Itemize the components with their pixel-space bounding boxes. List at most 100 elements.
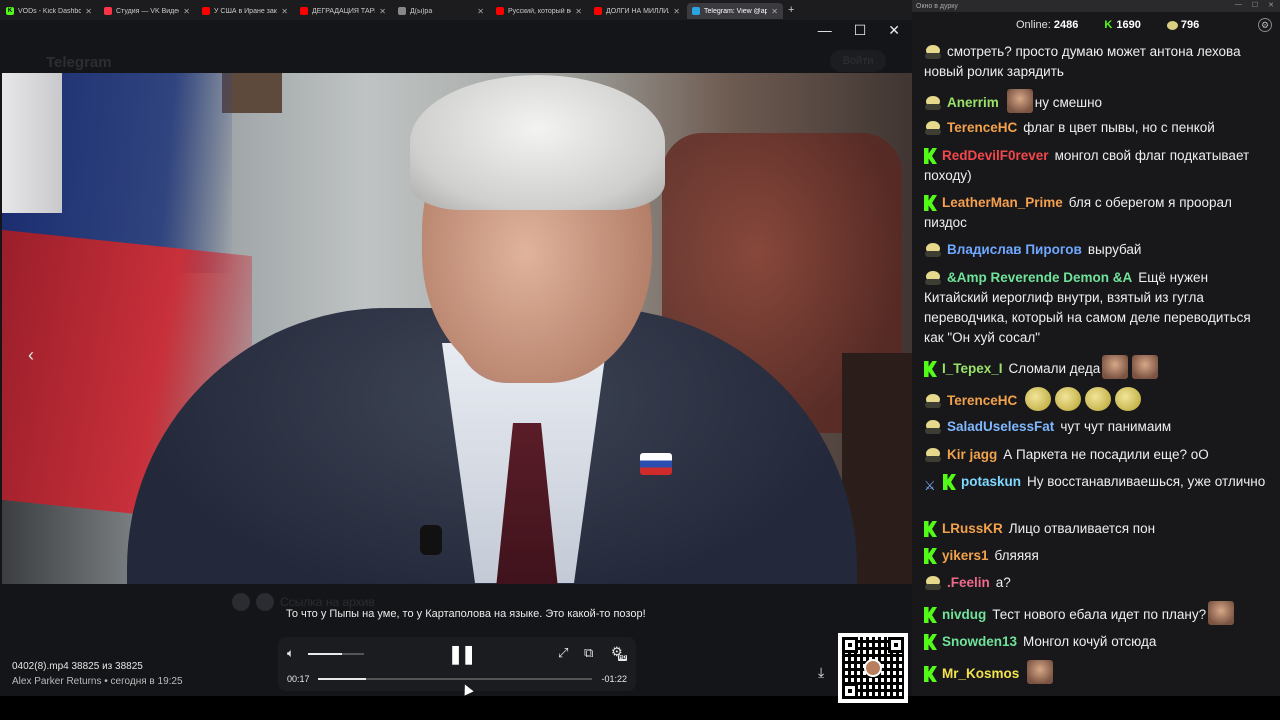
browser-tab[interactable]: Д(ы)ра ✕ <box>393 3 489 19</box>
pepe-badge-icon <box>924 575 942 591</box>
new-tab-button[interactable]: + <box>788 4 794 16</box>
face-emote-icon <box>1027 660 1054 684</box>
browser-tab[interactable]: У США в Иране закан... ✕ <box>197 3 293 19</box>
kick-badge-icon <box>924 634 937 650</box>
tab-close-icon[interactable]: ✕ <box>477 7 484 16</box>
chat-message-text: Сломали деда <box>1008 361 1101 376</box>
tab-title: VODs - Kick Dashboard <box>18 7 82 15</box>
chat-message: SaladUselessFat чут чут панимаим <box>924 417 1272 437</box>
chat-message: TerenceHC <box>924 387 1272 411</box>
video-lapel-mic <box>420 525 442 555</box>
chat-username[interactable]: nivdug <box>942 607 986 622</box>
media-file-author: Alex Parker Returns • сегодня в 19:25 <box>12 676 183 687</box>
chat-username[interactable]: &Amp Reverende Demon &A <box>947 270 1132 285</box>
chat-message: yikers1 бляяяя <box>924 546 1272 566</box>
tab-close-icon[interactable]: ✕ <box>281 7 288 16</box>
tab-close-icon[interactable]: ✕ <box>575 7 582 16</box>
chat-username[interactable]: SaladUselessFat <box>947 419 1054 434</box>
video-flag-white <box>2 73 62 213</box>
seek-bar[interactable] <box>318 678 592 680</box>
kick-badge-icon <box>924 148 937 164</box>
pepe-badge-icon <box>924 419 942 435</box>
chat-message: &Amp Reverende Demon &A Ещё нужен Китайск… <box>924 268 1272 348</box>
chat-message: LeatherMan_Prime бля с оберегом я проорал… <box>924 193 1272 233</box>
previous-media-icon[interactable]: ‹ <box>28 345 34 366</box>
chat-username[interactable]: I_Tepex_I <box>942 361 1003 376</box>
tab-close-icon[interactable]: ✕ <box>379 7 386 16</box>
chat-message-text: бляяяя <box>994 548 1039 563</box>
browser-tab[interactable]: ДОЛГИ НА МИЛЛИАР... ✕ <box>589 3 685 19</box>
browser-tab[interactable]: K VODs - Kick Dashboard✕ <box>1 3 97 19</box>
chat-username[interactable]: LeatherMan_Prime <box>942 195 1063 210</box>
chat-message-text: смотреть? просто думаю может антона лехо… <box>924 44 1241 79</box>
tab-close-icon[interactable]: ✕ <box>771 7 778 16</box>
chat-minimize-icon[interactable]: — <box>1235 1 1242 9</box>
qr-code-pattern <box>842 637 904 699</box>
tab-close-icon[interactable]: ✕ <box>673 7 680 16</box>
online-label: Online: <box>1016 19 1051 31</box>
chat-message: I_Tepex_I Сломали деда <box>924 355 1272 379</box>
chat-message-text: Ну восстанавливаешься, уже отлично <box>1027 474 1266 489</box>
hd-badge: HD <box>618 655 628 661</box>
fullscreen-icon[interactable]: ⤢ <box>558 645 568 661</box>
chat-username[interactable]: Mr_Kosmos <box>942 666 1019 681</box>
picture-in-picture-icon[interactable]: ⧉ <box>584 645 593 661</box>
chat-message-text: Тест нового ебала идет по плану? <box>992 607 1207 622</box>
chat-message: TerenceHC флаг в цвет пывы, но с пенкой <box>924 118 1272 138</box>
chat-settings-icon[interactable]: ⚙ <box>1258 18 1272 32</box>
pepe-badge-icon <box>924 242 942 258</box>
qr-finder-top-left <box>842 637 858 653</box>
channel-avatar-2 <box>256 593 274 611</box>
chat-username[interactable]: Snowden13 <box>942 634 1017 649</box>
tab-favicon-icon: K <box>6 7 14 15</box>
download-icon[interactable]: ⤓ <box>818 664 824 681</box>
chat-message: Kir jagg А Паркета не посадили еще? оО <box>924 445 1272 465</box>
chat-username[interactable]: Kir jagg <box>947 447 997 462</box>
browser-tab[interactable]: Telegram: View @архи...✕ <box>687 3 783 19</box>
browser-tab[interactable]: ДЕГРАДАЦИЯ ТАРЕЛ... ✕ <box>295 3 391 19</box>
tab-title: Telegram: View @архи... <box>704 7 768 15</box>
chat-username[interactable]: Anerrim <box>947 95 999 110</box>
kick-badge-icon <box>924 666 937 682</box>
chat-username[interactable]: .Feelin <box>947 575 990 590</box>
tab-close-icon[interactable]: ✕ <box>85 7 92 16</box>
chat-username[interactable]: Владислав Пирогов <box>947 242 1082 257</box>
chat-message-text: Монгол кочуй отсюда <box>1023 634 1157 649</box>
chat-username[interactable]: TerenceHC <box>947 393 1017 408</box>
chat-username[interactable]: RedDevilF0rever <box>942 148 1049 163</box>
chat-username[interactable]: LRussKR <box>942 521 1003 536</box>
chat-maximize-icon[interactable]: ☐ <box>1252 1 1258 9</box>
browser-tab[interactable]: Русский, который вою... ✕ <box>491 3 587 19</box>
close-icon[interactable]: ✕ <box>888 22 900 39</box>
pause-button[interactable]: ❚❚ <box>448 644 476 665</box>
chat-close-icon[interactable]: ✕ <box>1268 1 1274 9</box>
tab-title: У США в Иране закан... <box>214 7 277 15</box>
channel-post-text: Ссылка на архив <box>280 595 375 609</box>
pepe-badge-icon <box>924 393 942 409</box>
volume-icon[interactable]: 🔈︎ <box>287 646 294 661</box>
pepe-emote-icon <box>1166 20 1178 30</box>
volume-slider[interactable] <box>308 653 364 655</box>
chat-window: Окно в дурку — ☐ ✕ Online: 2486 K 1690 79… <box>912 0 1280 696</box>
telegram-login-button: Войти <box>830 50 886 72</box>
minimize-icon[interactable]: — <box>818 22 832 38</box>
chat-username[interactable]: TerenceHC <box>947 120 1017 135</box>
tab-close-icon[interactable]: ✕ <box>183 7 190 16</box>
face-emote-icon <box>1102 355 1129 379</box>
qr-center-avatar <box>864 659 882 677</box>
media-file-name: 0402(8).mp4 38825 из 38825 <box>12 661 143 672</box>
chat-username[interactable]: yikers1 <box>942 548 989 563</box>
tab-title: Д(ы)ра <box>410 7 433 15</box>
chat-username[interactable]: potaskun <box>961 474 1021 489</box>
kick-viewers-count: 1690 <box>1116 19 1141 31</box>
screen: KVODs - Kick Dashboard✕Студия — VK Видео… <box>0 0 1280 720</box>
browser-tab[interactable]: Студия — VK Видео | ... ✕ <box>99 3 195 19</box>
chat-message-text: чут чут панимаим <box>1060 419 1172 434</box>
tab-favicon-icon <box>202 7 210 15</box>
tab-title: Студия — VK Видео | ... <box>116 7 179 15</box>
kick-badge-icon <box>924 548 937 564</box>
maximize-icon[interactable]: ☐ <box>854 22 867 39</box>
chat-message: RedDevilF0rever монгол свой флаг подкатыв… <box>924 146 1272 186</box>
tab-favicon-icon <box>496 7 504 15</box>
video-frame[interactable] <box>2 73 912 584</box>
